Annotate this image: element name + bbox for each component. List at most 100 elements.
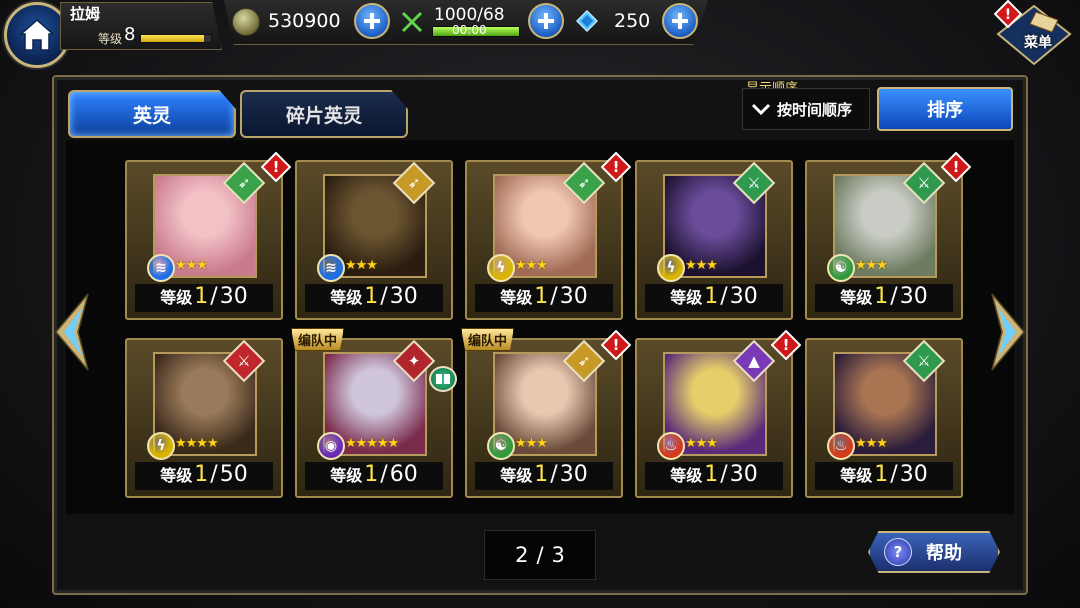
hero-level-separator: / <box>720 284 728 309</box>
hero-card[interactable]: ⚔ ☯ ★★★ 等级 1/30! <box>805 152 971 320</box>
add-gems-button[interactable] <box>662 3 698 39</box>
gem-icon <box>576 10 598 32</box>
rarity-stars: ★★★ <box>515 436 548 451</box>
hero-level-separator: / <box>550 284 558 309</box>
hero-level-max: 50 <box>219 462 248 487</box>
sort-order-dropdown[interactable]: 按时间顺序 <box>742 88 870 130</box>
hero-level-row: 等级 1/30 <box>815 462 953 490</box>
alert-icon: ! <box>601 152 631 182</box>
add-coins-button[interactable] <box>354 3 390 39</box>
rarity-stars: ★★★ <box>685 436 718 451</box>
help-label: 帮助 <box>926 543 962 564</box>
chevron-down-icon <box>751 103 771 116</box>
hero-level-max: 30 <box>729 462 758 487</box>
home-icon <box>19 19 55 51</box>
plus-icon <box>538 13 554 29</box>
tab-heroes[interactable]: 英灵 <box>68 90 236 138</box>
staff-icon: ✦ <box>407 352 421 370</box>
hero-card[interactable]: ➶ ≋ ★★★ 等级 1/30! <box>125 152 291 320</box>
menu-label: 菜单 <box>1024 35 1052 51</box>
hero-card[interactable]: ➶ ☯ ★★★ 等级 1/30 编队中! <box>461 328 631 498</box>
page-separator: / <box>536 543 544 567</box>
hero-level-label: 等级 <box>840 466 873 485</box>
in-team-tag: 编队中 <box>291 328 345 351</box>
hero-level-separator: / <box>210 284 218 309</box>
hero-level-separator: / <box>720 462 728 487</box>
prev-page-arrow-icon[interactable] <box>54 292 90 372</box>
hero-level-separator: / <box>550 462 558 487</box>
hero-level-max: 30 <box>899 462 928 487</box>
hero-level-separator: / <box>380 462 388 487</box>
rarity-stars: ★★★★ <box>175 436 219 451</box>
hero-card[interactable]: ✦ ◉ ★★★★★ 等级 1/60 编队中 <box>291 328 457 498</box>
sword-icon: ⚔ <box>917 352 931 370</box>
tab-fragment-heroes-label: 碎片英灵 <box>285 104 362 127</box>
stamina-timer: 00:00 <box>452 23 487 37</box>
rarity-stars: ★★★ <box>855 436 888 451</box>
player-level-value: 8 <box>124 24 136 45</box>
hero-level-label: 等级 <box>160 466 193 485</box>
hero-level-separator: / <box>890 284 898 309</box>
rarity-stars: ★★★ <box>345 258 378 273</box>
svg-text:!: ! <box>1005 7 1011 23</box>
hero-card[interactable]: ▲ ♨ ★★★ 等级 1/30! <box>635 330 801 498</box>
hero-card[interactable]: ➶ ϟ ★★★ 等级 1/30! <box>465 152 631 320</box>
hero-level-max: 30 <box>729 284 758 309</box>
hero-level-row: 等级 1/30 <box>645 462 783 490</box>
hero-card[interactable]: ⚔ ϟ ★★★★ 等级 1/50 <box>125 338 283 498</box>
svg-text:!: ! <box>613 158 620 176</box>
rarity-stars: ★★★ <box>685 258 718 273</box>
hero-level-label: 等级 <box>330 288 363 307</box>
hero-level-current: 1 <box>874 462 889 487</box>
plus-icon <box>672 13 688 29</box>
bow-icon: ➶ <box>407 174 421 192</box>
alert-icon: ! <box>941 152 971 182</box>
wind-element-icon: ☯ <box>487 432 515 460</box>
hero-card[interactable]: ⚔ ϟ ★★★ 等级 1/30 <box>635 160 793 320</box>
hero-level-label: 等级 <box>670 288 703 307</box>
page-indicator: 2 / 3 <box>484 530 596 580</box>
sword-icon: ⚔ <box>917 174 931 192</box>
player-name: 拉姆 <box>70 5 101 23</box>
book-icon <box>429 366 457 392</box>
rarity-stars: ★★★★★ <box>345 436 399 451</box>
hero-level-current: 1 <box>194 284 209 309</box>
in-team-tag: 编队中 <box>461 328 515 351</box>
hero-level-row: 等级 1/30 <box>475 284 613 312</box>
gem-count: 250 <box>614 10 651 32</box>
player-exp-fill <box>141 35 204 42</box>
hero-card[interactable]: ⚔ ♨ ★★★ 等级 1/30 <box>805 338 963 498</box>
sword-icon: ⚔ <box>747 174 761 192</box>
hero-level-max: 30 <box>559 284 588 309</box>
top-hud: 拉姆 等级 8 530900 1000/68 00:00 250 菜单 ! <box>0 0 1080 70</box>
bow-icon: ➶ <box>237 174 251 192</box>
tab-heroes-label: 英灵 <box>132 104 171 127</box>
coin-count: 530900 <box>268 10 341 32</box>
hero-level-label: 等级 <box>840 288 873 307</box>
hero-level-max: 60 <box>389 462 418 487</box>
hero-level-max: 30 <box>899 284 928 309</box>
tab-fragment-heroes[interactable]: 碎片英灵 <box>240 90 408 138</box>
hero-level-label: 等级 <box>330 466 363 485</box>
hero-level-row: 等级 1/60 <box>305 462 443 490</box>
hero-level-row: 等级 1/30 <box>475 462 613 490</box>
question-icon: ? <box>884 538 912 566</box>
sort-button[interactable]: 排序 <box>877 87 1013 131</box>
add-stamina-button[interactable] <box>528 3 564 39</box>
hero-level-current: 1 <box>704 284 719 309</box>
help-button[interactable]: ? 帮助 <box>868 531 1000 573</box>
hero-level-separator: / <box>890 462 898 487</box>
water-element-icon: ≋ <box>147 254 175 282</box>
hero-level-label: 等级 <box>670 466 703 485</box>
coin-icon <box>232 8 260 36</box>
hat-icon: ▲ <box>748 352 760 370</box>
hero-level-current: 1 <box>534 284 549 309</box>
hero-card[interactable]: ➶ ≋ ★★★ 等级 1/30 <box>295 160 453 320</box>
next-page-arrow-icon[interactable] <box>990 292 1026 372</box>
hero-level-row: 等级 1/30 <box>815 284 953 312</box>
sort-order-value: 按时间顺序 <box>777 100 853 119</box>
crossed-swords-icon <box>401 11 423 33</box>
dark-element-icon: ◉ <box>317 432 345 460</box>
rarity-stars: ★★★ <box>855 258 888 273</box>
hero-level-current: 1 <box>364 284 379 309</box>
